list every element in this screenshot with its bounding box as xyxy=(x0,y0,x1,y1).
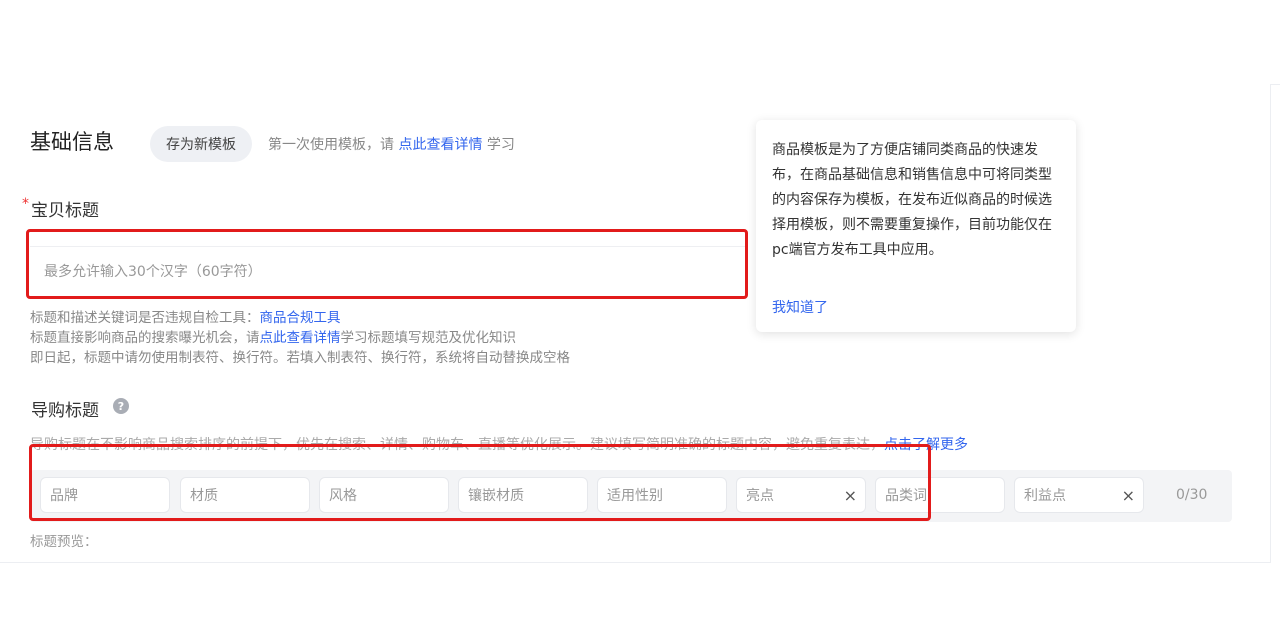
help-line-exposure-text: 标题直接影响商品的搜索曝光机会，请 xyxy=(30,330,260,346)
clear-icon[interactable]: × xyxy=(844,486,857,505)
guide-title-description: 导购标题在不影响商品搜索排序的前提下，优先在搜索、详情、购物车、直播等优化展示。… xyxy=(30,434,968,454)
title-preview-label: 标题预览： xyxy=(30,534,98,550)
guide-title-description-text: 导购标题在不影响商品搜索排序的前提下，优先在搜索、详情、购物车、直播等优化展示。… xyxy=(30,437,884,453)
template-hint: 第一次使用模板，请 点此查看详情 学习 xyxy=(268,134,515,154)
product-title-field xyxy=(30,246,746,296)
keyword-placeholder: 适用性别 xyxy=(607,488,663,504)
keyword-placeholder: 亮点 xyxy=(746,488,774,504)
keyword-row: 品牌 材质 风格 镶嵌材质 适用性别 亮点 × 品类词 利益点 × xyxy=(30,470,1232,522)
keyword-placeholder: 利益点 xyxy=(1024,488,1066,504)
help-line-compliance: 标题和描述关键词是否违规自检工具：商品合规工具 xyxy=(30,306,341,326)
save-as-template-button[interactable]: 存为新模板 xyxy=(150,126,252,162)
compliance-tool-link[interactable]: 商品合规工具 xyxy=(260,310,341,326)
keyword-input-material[interactable]: 材质 xyxy=(180,477,310,513)
keyword-input-category[interactable]: 品类词 xyxy=(875,477,1005,513)
help-line-tab-notice: 即日起，标题中请勿使用制表符、换行符。若填入制表符、换行符，系统将自动替换成空格 xyxy=(30,350,570,366)
keyword-input-benefit[interactable]: 利益点 × xyxy=(1014,477,1144,513)
keyword-input-gender[interactable]: 适用性别 xyxy=(597,477,727,513)
template-hint-text: 第一次使用模板，请 xyxy=(268,137,394,153)
section-title: 基础信息 xyxy=(30,130,114,154)
popover-text: 商品模板是为了方便店铺同类商品的快速发布，在商品基础信息和销售信息中可将同类型的… xyxy=(772,142,1052,258)
clear-icon[interactable]: × xyxy=(1122,486,1135,505)
got-it-link[interactable]: 我知道了 xyxy=(772,297,828,317)
product-title-input[interactable] xyxy=(30,247,746,296)
keyword-input-inlay-material[interactable]: 镶嵌材质 xyxy=(458,477,588,513)
keyword-input-style[interactable]: 风格 xyxy=(319,477,449,513)
question-icon[interactable]: ? xyxy=(113,398,129,414)
keyword-placeholder: 风格 xyxy=(329,488,357,504)
required-mark: * xyxy=(22,196,29,212)
title-details-link[interactable]: 点此查看详情 xyxy=(260,330,341,346)
template-details-link[interactable]: 点此查看详情 xyxy=(398,137,482,153)
template-hint-suffix: 学习 xyxy=(486,137,515,153)
keyword-placeholder: 品牌 xyxy=(50,488,78,504)
product-title-label: 宝贝标题 xyxy=(31,201,99,221)
guide-title-label: 导购标题 xyxy=(31,401,99,421)
keyword-input-brand[interactable]: 品牌 xyxy=(40,477,170,513)
keyword-placeholder: 材质 xyxy=(190,488,218,504)
top-header-bar xyxy=(0,0,1280,85)
learn-more-link[interactable]: 点击了解更多 xyxy=(884,437,968,453)
keyword-input-highlight[interactable]: 亮点 × xyxy=(736,477,866,513)
keyword-placeholder: 品类词 xyxy=(885,488,927,504)
keyword-placeholder: 镶嵌材质 xyxy=(468,488,524,504)
help-line-exposure: 标题直接影响商品的搜索曝光机会，请点此查看详情学习标题填写规范及优化知识 xyxy=(30,326,516,346)
keyword-char-counter: 0/30 xyxy=(1176,487,1208,503)
help-line-compliance-text: 标题和描述关键词是否违规自检工具： xyxy=(30,310,260,326)
help-line-exposure-suffix: 学习标题填写规范及优化知识 xyxy=(340,330,517,346)
template-tooltip-popover: 商品模板是为了方便店铺同类商品的快速发布，在商品基础信息和销售信息中可将同类型的… xyxy=(756,120,1076,332)
